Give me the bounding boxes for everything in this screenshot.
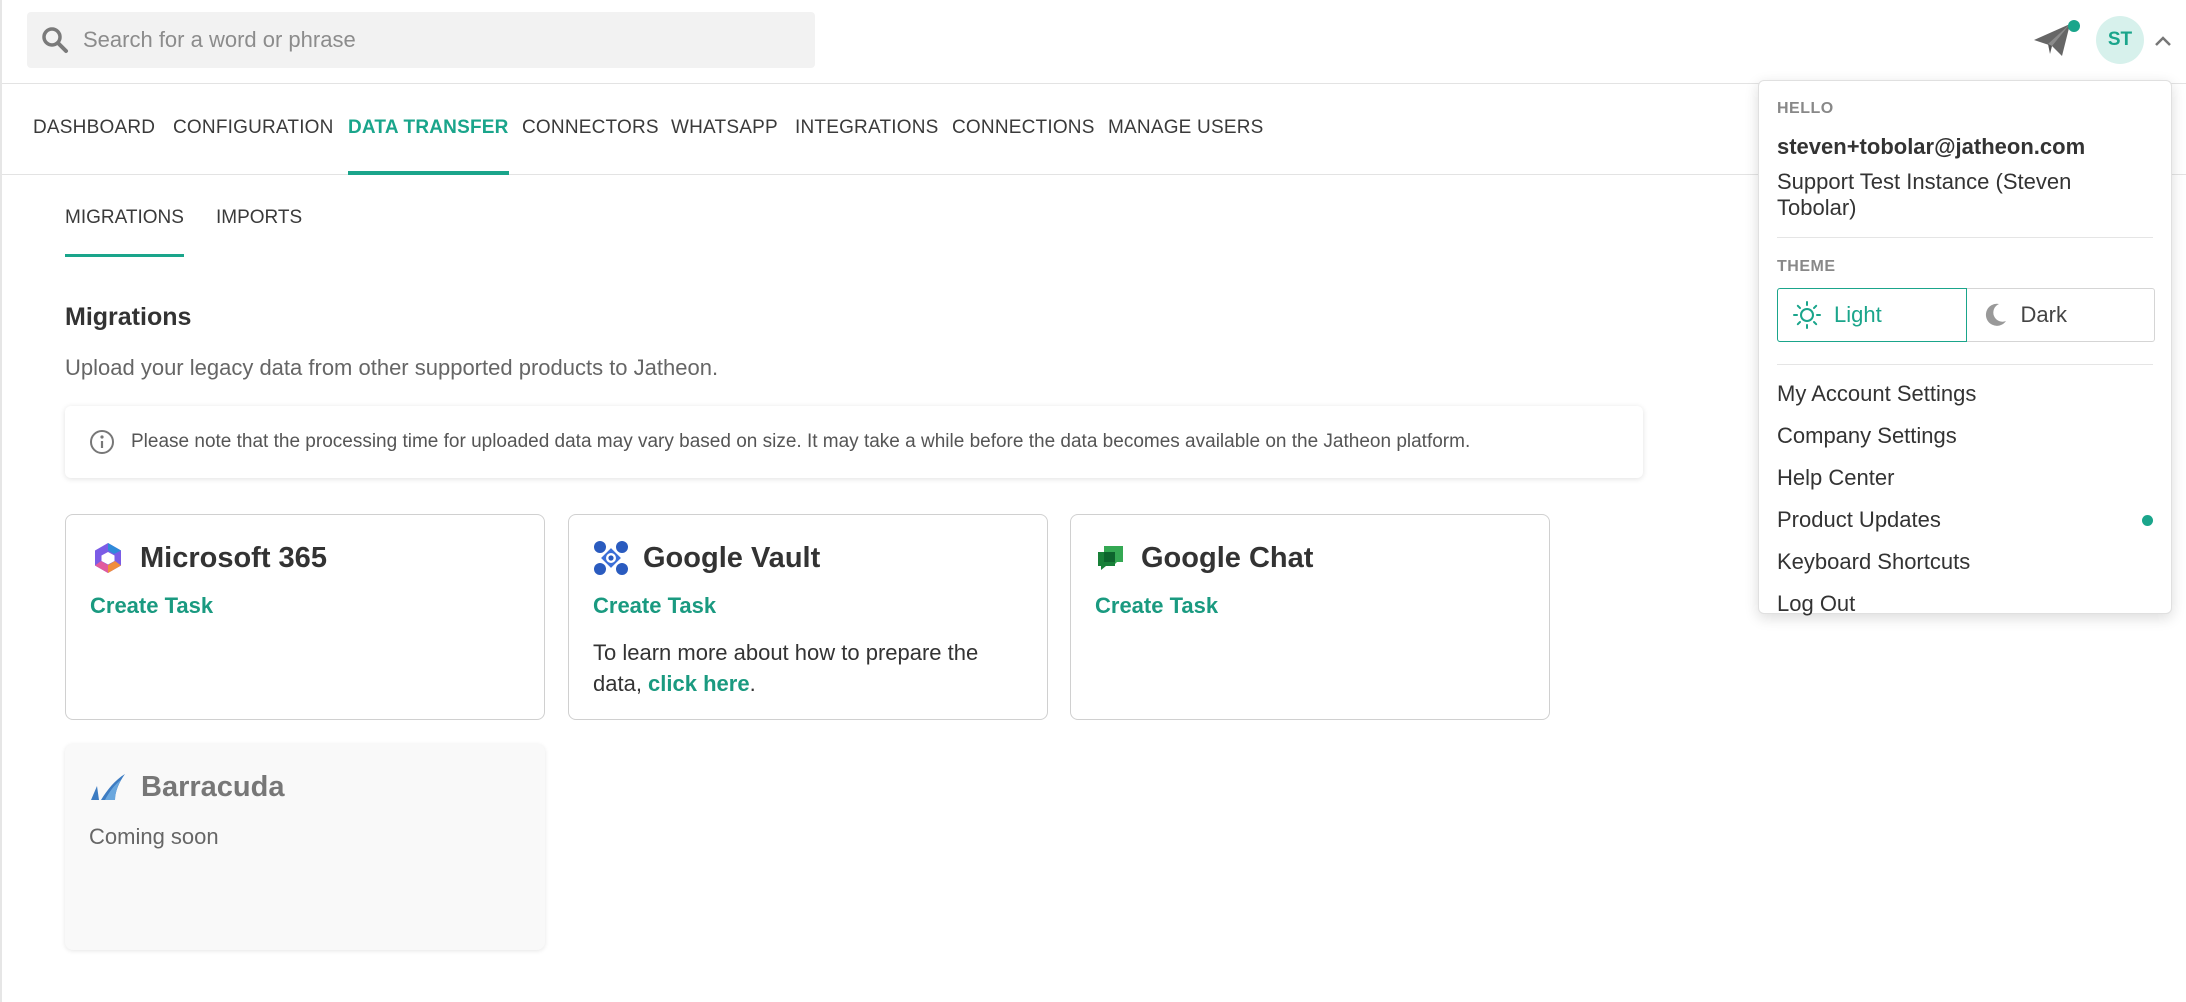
notification-dot <box>2068 20 2080 32</box>
menu-item-help-center[interactable]: Help Center <box>1777 457 2153 499</box>
info-icon <box>90 430 114 454</box>
create-task-link[interactable]: Create Task <box>1095 593 1218 619</box>
search-box[interactable] <box>27 12 815 68</box>
menu-item-product-updates[interactable]: Product Updates <box>1777 499 2153 541</box>
page-title: Migrations <box>65 303 192 331</box>
theme-dark-button[interactable]: Dark <box>1966 288 2155 342</box>
card-title: Google Vault <box>643 541 821 574</box>
card-title: Barracuda <box>141 770 285 803</box>
theme-toggle: Light Dark <box>1777 288 2155 342</box>
tab-connectors[interactable]: CONNECTORS <box>522 85 659 175</box>
search-icon <box>42 27 68 53</box>
tab-configuration[interactable]: CONFIGURATION <box>173 85 334 175</box>
microsoft-365-icon <box>95 543 121 573</box>
search-input[interactable] <box>81 26 781 54</box>
tab-integrations[interactable]: INTEGRATIONS <box>795 85 939 175</box>
tab-migrations[interactable]: MIGRATIONS <box>65 175 184 257</box>
theme-dark-label: Dark <box>2020 302 2067 327</box>
chevron-up-icon[interactable] <box>2152 30 2174 52</box>
google-vault-icon <box>594 541 628 575</box>
google-chat-icon <box>1098 546 1123 570</box>
help-text-end: . <box>749 671 756 696</box>
card-microsoft-365: Microsoft 365 Create Task <box>65 514 545 720</box>
theme-light-label: Light <box>1834 302 1882 327</box>
card-google-chat: Google Chat Create Task <box>1070 514 1550 720</box>
divider <box>1777 237 2153 238</box>
card-google-vault: Google Vault Create Task To learn more a… <box>568 514 1048 720</box>
card-title: Microsoft 365 <box>140 541 327 574</box>
moon-icon <box>1985 303 2006 326</box>
tab-data-transfer[interactable]: DATA TRANSFER <box>348 85 509 175</box>
barracuda-icon <box>91 774 125 800</box>
theme-label: THEME <box>1777 258 1836 275</box>
user-menu-dropdown: HELLO steven+tobolar@jatheon.com Support… <box>1758 80 2172 616</box>
tab-manage-users[interactable]: MANAGE USERS <box>1108 85 1264 175</box>
page: ST DASHBOARD CONFIGURATION DATA TRANSFER… <box>0 0 2186 1002</box>
menu-item-label: Product Updates <box>1777 507 1941 532</box>
theme-light-button[interactable]: Light <box>1777 288 1967 342</box>
create-task-link[interactable]: Create Task <box>593 593 716 619</box>
menu-item-my-account-settings[interactable]: My Account Settings <box>1777 373 2153 415</box>
top-bar: ST <box>2 0 2186 84</box>
menu-item-log-out[interactable]: Log Out <box>1777 583 2153 625</box>
avatar[interactable]: ST <box>2096 16 2144 64</box>
hello-label: HELLO <box>1777 100 1834 117</box>
sun-icon <box>1793 301 1821 329</box>
tab-imports[interactable]: IMPORTS <box>216 175 302 257</box>
company-name: Support Test Instance (Steven Tobolar) <box>1777 169 2072 220</box>
page-subtitle: Upload your legacy data from other suppo… <box>65 355 719 380</box>
tab-connections[interactable]: CONNECTIONS <box>952 85 1095 175</box>
click-here-link[interactable]: click here <box>648 671 750 696</box>
update-dot <box>2142 515 2153 526</box>
divider <box>1777 364 2153 365</box>
menu-item-keyboard-shortcuts[interactable]: Keyboard Shortcuts <box>1777 541 2153 583</box>
card-title: Google Chat <box>1141 541 1314 574</box>
user-email: steven+tobolar@jatheon.com <box>1777 134 2086 159</box>
info-note-text: Please note that the processing time for… <box>131 431 1471 452</box>
create-task-link[interactable]: Create Task <box>90 593 213 619</box>
tab-whatsapp[interactable]: WHATSAPP <box>671 85 778 175</box>
menu-item-company-settings[interactable]: Company Settings <box>1777 415 2153 457</box>
info-note: Please note that the processing time for… <box>65 406 1643 478</box>
card-help-text: To learn more about how to prepare the d… <box>593 637 1023 699</box>
tab-dashboard[interactable]: DASHBOARD <box>33 85 155 175</box>
card-barracuda: Barracuda Coming soon <box>65 744 545 950</box>
coming-soon-text: Coming soon <box>89 824 219 849</box>
